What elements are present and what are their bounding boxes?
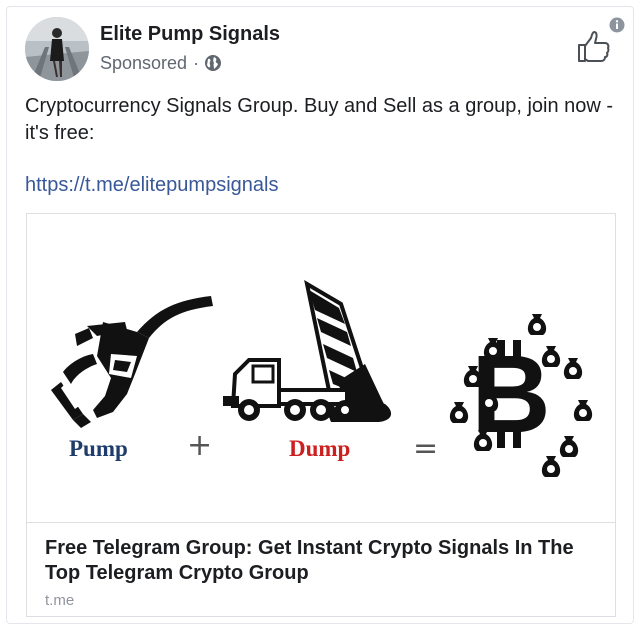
link-preview[interactable]: B Pump + Dump = Free Telegram Group: Get…	[26, 213, 616, 617]
sponsored-label[interactable]: Sponsored	[100, 53, 187, 74]
separator-dot: ·	[193, 52, 200, 73]
sponsored-row: Sponsored ·	[100, 52, 222, 74]
dump-label: Dump	[289, 436, 351, 461]
post-text: Cryptocurrency Signals Group. Buy and Se…	[25, 95, 614, 144]
fuel-nozzle-icon	[51, 296, 213, 428]
equals-sign: =	[413, 431, 439, 466]
preview-image[interactable]: B Pump + Dump =	[27, 214, 615, 523]
page-name[interactable]: Elite Pump Signals	[100, 23, 280, 46]
page-avatar[interactable]	[25, 17, 89, 81]
pump-dump-illustration: B	[51, 279, 593, 477]
post-link[interactable]: https://t.me/elitepumpsignals	[25, 174, 278, 197]
preview-title[interactable]: Free Telegram Group: Get Instant Crypto …	[45, 536, 605, 586]
pump-label: Pump	[69, 436, 128, 461]
avatar-photo	[25, 17, 89, 81]
plus-sign: +	[187, 428, 213, 463]
dump-truck-icon	[223, 279, 392, 422]
preview-domain: t.me	[45, 592, 75, 609]
thumbs-up-icon[interactable]	[576, 29, 612, 65]
globe-icon	[204, 54, 222, 72]
sponsored-post-card: Elite Pump Signals Sponsored · Cryptocur…	[6, 6, 634, 624]
